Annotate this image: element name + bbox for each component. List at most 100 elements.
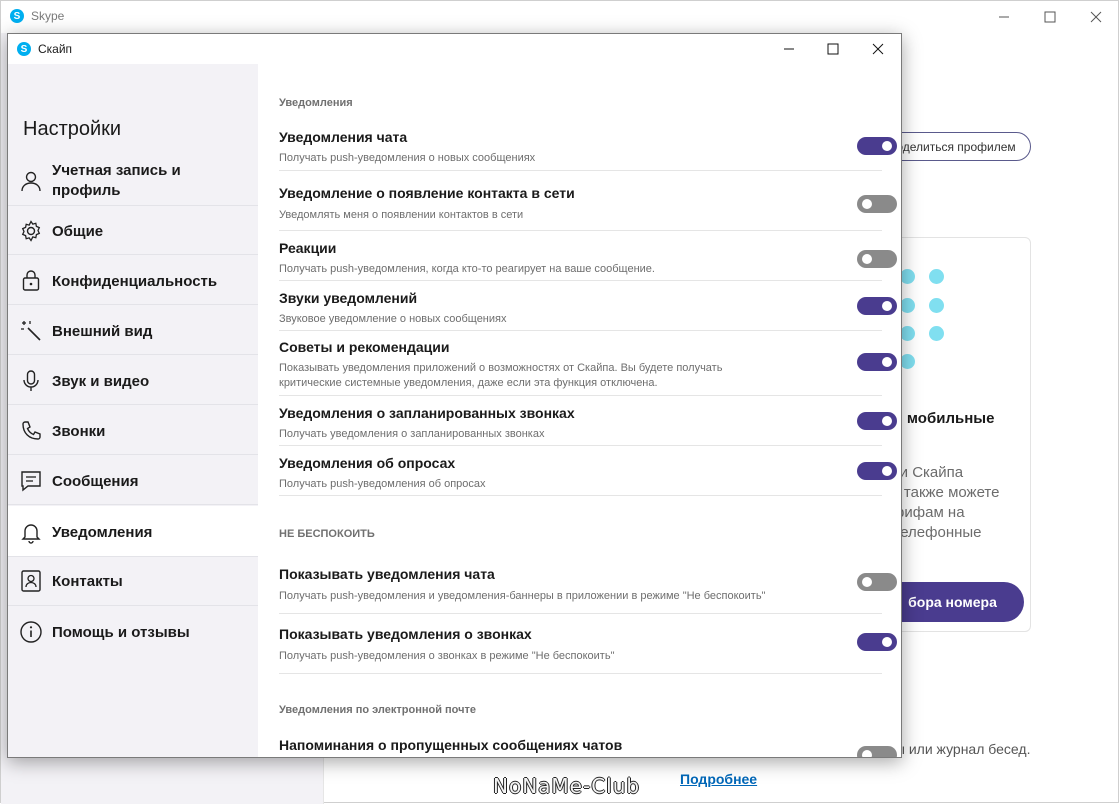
setting-title: Показывать уведомления о звонках: [279, 626, 532, 642]
minimize-icon: [999, 16, 1009, 18]
bg-minimize-button[interactable]: [981, 1, 1027, 33]
setting-row-tips: Советы и рекомендации Показывать уведомл…: [279, 336, 897, 396]
share-profile-button[interactable]: оделиться профилем: [881, 132, 1031, 161]
info-icon: [20, 621, 42, 643]
skype-logo-icon: S: [10, 9, 24, 23]
toggle-knob: [882, 416, 892, 426]
section-heading-dnd: НЕ БЕСПОКОИТЬ: [279, 528, 375, 540]
sidebar-item-notifications[interactable]: Уведомления: [8, 506, 258, 557]
sidebar-item-messages[interactable]: Сообщения: [8, 456, 258, 505]
toggle-knob: [882, 637, 892, 647]
sidebar-item-label: Сообщения: [52, 473, 139, 490]
polls-toggle[interactable]: [857, 462, 897, 480]
toggle-knob: [862, 254, 872, 264]
setting-description: Звуковое уведомление о новых сообщениях: [279, 313, 507, 325]
toggle-knob: [882, 357, 892, 367]
phone-icon: [22, 421, 41, 440]
dialpad-dot: [900, 354, 915, 369]
watermark: NoNaMe-Club: [493, 774, 641, 798]
sidebar-item-label-line: Учетная запись и: [52, 162, 181, 179]
dialpad-dot: [900, 326, 915, 341]
settings-title: Настройки: [23, 118, 122, 140]
dialpad-dot: [900, 298, 915, 313]
setting-title: Уведомления о запланированных звонках: [279, 405, 575, 421]
setting-description: Получать push-уведомления об опросах: [279, 478, 486, 490]
setting-row-dnd-calls: Показывать уведомления о звонках Получат…: [279, 624, 897, 674]
setting-row-dnd-chat: Показывать уведомления чата Получать pus…: [279, 564, 897, 614]
gear-icon: [21, 220, 41, 242]
dialog-close-button[interactable]: [855, 34, 901, 64]
dialog-minimize-button[interactable]: [766, 34, 812, 64]
sidebar-item-appearance[interactable]: Внешний вид: [8, 306, 258, 355]
setting-title: Уведомление о появление контакта в сети: [279, 185, 575, 201]
dnd-calls-toggle[interactable]: [857, 633, 897, 651]
sidebar-item-contacts[interactable]: Контакты: [8, 557, 258, 606]
notification-sounds-toggle[interactable]: [857, 297, 897, 315]
setting-row-missed-messages: Напоминания о пропущенных сообщениях чат…: [279, 735, 897, 757]
toggle-knob: [862, 577, 872, 587]
setting-description: Получать push-уведомления о новых сообще…: [279, 152, 536, 164]
microphone-icon: [23, 370, 39, 391]
sidebar-item-label: Звонки: [52, 423, 106, 440]
chat-notifications-toggle[interactable]: [857, 137, 897, 155]
dialpad-dot: [929, 269, 944, 284]
sidebar-item-general[interactable]: Общие: [8, 206, 258, 255]
dialpad-dot: [900, 269, 915, 284]
setting-description: Показывать уведомления приложений о возм…: [279, 361, 779, 391]
minimize-icon: [784, 48, 794, 50]
maximize-icon: [827, 43, 839, 55]
toggle-knob: [862, 750, 872, 757]
dialpad-dot: [929, 298, 944, 313]
sidebar-item-label: Конфиденциальность: [52, 273, 218, 290]
bg-bottom-text: аты или журнал бесед.: [881, 741, 1031, 757]
setting-title: Звуки уведомлений: [279, 290, 418, 306]
sidebar-item-calls[interactable]: Звонки: [8, 406, 258, 455]
setting-row-reactions: Реакции Получать push-уведомления, когда…: [279, 237, 897, 281]
section-heading-notifications: Уведомления: [279, 97, 353, 109]
learn-more-link[interactable]: Подробнее: [680, 771, 757, 787]
reactions-toggle[interactable]: [857, 250, 897, 268]
settings-dialog: S Скайп Настройки Учетная запись и профи…: [7, 33, 902, 758]
setting-row-notification-sounds: Звуки уведомлений Звуковое уведомление о…: [279, 287, 897, 331]
dialog-title: Скайп: [38, 42, 73, 56]
sidebar-item-audio-video[interactable]: Звук и видео: [8, 356, 258, 405]
scheduled-calls-toggle[interactable]: [857, 412, 897, 430]
setting-row-polls: Уведомления об опросах Получать push-уве…: [279, 452, 897, 496]
missed-messages-toggle[interactable]: [857, 746, 897, 757]
sidebar-item-label: Учетная запись и профиль: [52, 161, 181, 201]
settings-sidebar: Настройки Учетная запись и профиль Общие…: [8, 64, 258, 757]
sidebar-item-help[interactable]: Помощь и отзывы: [8, 607, 258, 656]
sidebar-item-label: Общие: [52, 223, 104, 240]
bg-window-title: Skype: [31, 9, 65, 23]
sidebar-item-label: Звук и видео: [52, 373, 150, 390]
setting-row-chat-notifications: Уведомления чата Получать push-уведомлен…: [279, 126, 897, 171]
lock-icon: [22, 270, 40, 291]
bg-close-button[interactable]: [1073, 1, 1119, 33]
setting-row-scheduled-calls: Уведомления о запланированных звонках По…: [279, 402, 897, 446]
person-icon: [21, 171, 41, 192]
sidebar-item-account[interactable]: Учетная запись и профиль: [8, 156, 258, 206]
sidebar-item-privacy[interactable]: Конфиденциальность: [8, 256, 258, 305]
skype-logo-icon: S: [17, 42, 31, 56]
contact-online-toggle[interactable]: [857, 195, 897, 213]
tips-toggle[interactable]: [857, 353, 897, 371]
setting-description: Уведомлять меня о появлении контактов в …: [279, 209, 524, 221]
dnd-chat-toggle[interactable]: [857, 573, 897, 591]
setting-row-contact-online: Уведомление о появление контакта в сети …: [279, 180, 897, 231]
toggle-knob: [882, 466, 892, 476]
setting-title: Уведомления чата: [279, 129, 408, 145]
sidebar-item-label: Уведомления: [52, 524, 153, 541]
close-icon: [872, 43, 884, 55]
message-icon: [21, 471, 41, 492]
setting-description: Получать push-уведомления, когда кто-то …: [279, 263, 655, 275]
setting-description-line: критические системные уведомления, даже …: [279, 377, 658, 389]
bg-maximize-button[interactable]: [1027, 1, 1073, 33]
section-heading-email: Уведомления по электронной почте: [279, 704, 477, 716]
dial-pad-button[interactable]: бора номера: [881, 582, 1024, 622]
toggle-knob: [882, 301, 892, 311]
dialog-titlebar: S Скайп: [8, 34, 901, 64]
setting-description-line: Показывать уведомления приложений о возм…: [279, 362, 723, 374]
sidebar-item-label-line: профиль: [52, 182, 121, 199]
dialog-maximize-button[interactable]: [810, 34, 856, 64]
settings-content: Уведомления Уведомления чата Получать pu…: [258, 64, 901, 757]
